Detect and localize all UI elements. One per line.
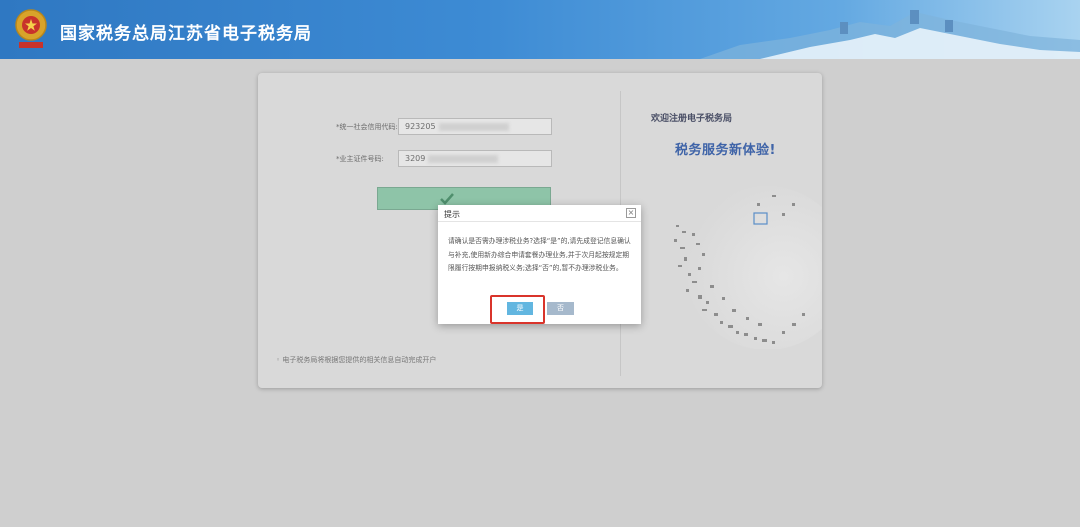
credit-code-label: *统一社会信用代码: [336,123,398,131]
digital-globe-graphic [674,186,822,349]
footnote-text: ◦ 电子税务局将根据您提供的相关信息自动完成开户 [276,356,437,364]
redacted-area [438,122,509,131]
id-number-input[interactable]: 3209 [398,150,552,167]
dialog-titlebar: 提示 × [438,205,641,222]
id-number-label: *业主证件号码: [336,155,384,163]
id-number-value: 3209 [405,154,426,163]
check-icon [440,193,454,205]
close-icon[interactable]: × [626,208,636,218]
site-header: 国家税务总局江苏省电子税务局 [0,0,1080,59]
yes-button-highlight [490,295,545,324]
no-button[interactable]: 否 [547,302,574,315]
slogan-text: 税务服务新体验! [675,143,776,158]
dialog-title: 提示 [444,210,460,219]
welcome-text: 欢迎注册电子税务局 [651,114,733,124]
tax-emblem-icon [15,9,47,48]
site-title: 国家税务总局江苏省电子税务局 [60,24,312,44]
credit-code-input[interactable]: 923205 [398,118,552,135]
redacted-area [428,154,499,163]
dialog-message: 请确认是否需办理涉税业务?选择“是”的,请先成登记信息确认与补充,使用新办综合申… [448,237,631,272]
credit-code-value: 923205 [405,122,436,131]
great-wall-banner [700,10,1080,59]
